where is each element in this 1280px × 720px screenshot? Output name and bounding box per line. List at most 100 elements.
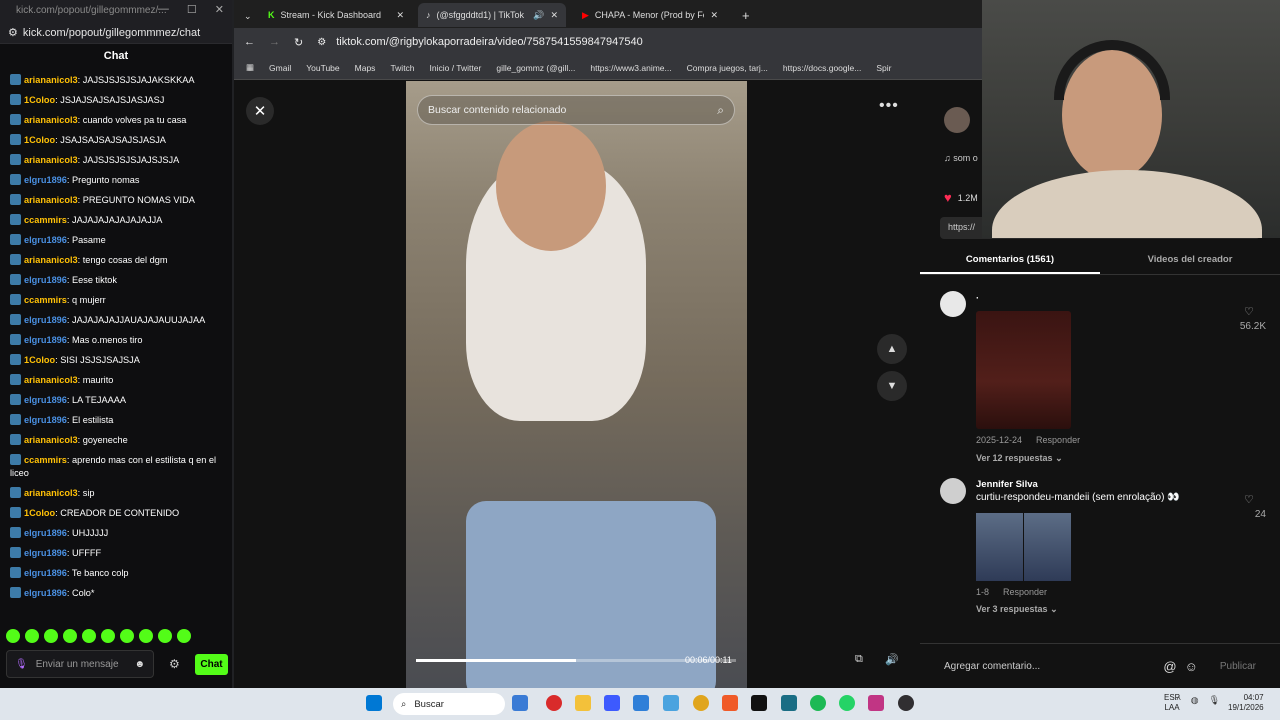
search-icon[interactable]: ⌕: [717, 103, 724, 118]
reply-link[interactable]: Responder: [1003, 587, 1047, 597]
tab-comments[interactable]: Comentarios (1561): [920, 251, 1100, 274]
picture-in-picture-icon[interactable]: ⧉: [855, 653, 863, 666]
photos-icon[interactable]: [633, 695, 649, 711]
widgets-icon[interactable]: [512, 695, 528, 711]
close-tab-icon[interactable]: ✕: [396, 10, 404, 21]
chat-username[interactable]: elgru1896: [24, 588, 67, 598]
url-field[interactable]: tiktok.com/@rigbylokaporradeira/video/75…: [336, 36, 643, 48]
commenter-avatar[interactable]: [940, 478, 966, 504]
volume-icon[interactable]: 🔊: [885, 653, 899, 666]
settings-gear-icon[interactable]: ⚙: [169, 657, 180, 671]
close-video-button[interactable]: ✕: [246, 97, 274, 125]
view-replies-link[interactable]: Ver 12 respuestas ⌄: [976, 453, 1063, 464]
chat-username[interactable]: elgru1896: [24, 415, 67, 425]
minimize-icon[interactable]: —: [158, 3, 169, 16]
emote-icon[interactable]: [177, 629, 191, 643]
audio-icon[interactable]: 🔊: [533, 10, 544, 21]
emote-icon[interactable]: [120, 629, 134, 643]
tab-search-icon[interactable]: ⌄: [236, 4, 256, 28]
emoji-icon[interactable]: ☺: [1185, 659, 1198, 674]
microphone-icon[interactable]: 🎙: [15, 659, 28, 670]
kick-url[interactable]: kick.com/popout/gillegommmez/chat: [23, 27, 200, 39]
chrome-icon[interactable]: [693, 695, 709, 711]
back-icon[interactable]: ←: [244, 36, 255, 48]
chat-username[interactable]: ariananicol3: [24, 375, 78, 385]
chat-message-list[interactable]: ariananicol3: JAJSJSJSJSJAJAKSKKAA 1Coloo…: [0, 70, 232, 625]
chat-username[interactable]: elgru1896: [24, 315, 67, 325]
chat-username[interactable]: elgru1896: [24, 235, 67, 245]
file-explorer-icon[interactable]: [575, 695, 591, 711]
app-icon[interactable]: [546, 695, 562, 711]
bookmark-twitter[interactable]: Inicio / Twitter: [430, 63, 482, 73]
input-language[interactable]: ESP LAA: [1164, 693, 1180, 713]
forward-icon[interactable]: →: [269, 36, 280, 48]
chat-username[interactable]: ariananicol3: [24, 75, 78, 85]
close-tab-icon[interactable]: ✕: [550, 10, 558, 21]
chat-username[interactable]: elgru1896: [24, 395, 67, 405]
emote-icon[interactable]: [6, 629, 20, 643]
chat-username[interactable]: 1Coloo: [24, 508, 55, 518]
new-tab-button[interactable]: +: [734, 3, 758, 27]
comment-image[interactable]: [976, 513, 1071, 581]
view-replies-link[interactable]: Ver 3 respuestas ⌄: [976, 604, 1058, 615]
video-player[interactable]: [406, 81, 747, 688]
commenter-name[interactable]: Jennifer Silva: [976, 479, 1038, 490]
chat-username[interactable]: ariananicol3: [24, 488, 78, 498]
chat-username[interactable]: ariananicol3: [24, 155, 78, 165]
chat-username[interactable]: elgru1896: [24, 568, 67, 578]
clock[interactable]: 04:07 19/1/2026: [1228, 693, 1264, 713]
bookmark-anime[interactable]: https://www3.anime...: [590, 63, 671, 73]
site-settings-icon[interactable]: ⚙: [8, 26, 18, 39]
microphone-icon[interactable]: 🎙: [1209, 695, 1220, 706]
chat-username[interactable]: 1Coloo: [24, 95, 55, 105]
app-icon[interactable]: [722, 695, 738, 711]
close-tab-icon[interactable]: ✕: [710, 10, 718, 21]
chat-username[interactable]: ariananicol3: [24, 435, 78, 445]
publish-button[interactable]: Publicar: [1220, 661, 1256, 672]
bookmark-youtube[interactable]: YouTube: [306, 63, 339, 73]
chat-username[interactable]: elgru1896: [24, 175, 67, 185]
chat-username[interactable]: ccammirs: [24, 295, 67, 305]
app-icon[interactable]: [781, 695, 797, 711]
obs-icon[interactable]: [898, 695, 914, 711]
app-icon[interactable]: [663, 695, 679, 711]
music-label[interactable]: ♫ som o: [944, 153, 978, 163]
chat-username[interactable]: ariananicol3: [24, 195, 78, 205]
add-comment-input[interactable]: Agregar comentario... @ ☺ Publicar: [920, 643, 1280, 688]
emote-icon[interactable]: [101, 629, 115, 643]
reply-link[interactable]: Responder: [1036, 435, 1080, 445]
close-icon[interactable]: ✕: [215, 3, 224, 16]
commenter-name[interactable]: ·: [976, 293, 979, 304]
related-search-input[interactable]: Buscar contenido relacionado ⌕: [417, 95, 735, 125]
apps-grid-icon[interactable]: ▦: [246, 62, 254, 73]
windows-start-icon[interactable]: [366, 695, 382, 711]
bookmark-spir[interactable]: Spir: [876, 63, 891, 73]
bookmark-twitch[interactable]: Twitch: [390, 63, 414, 73]
tab-tiktok[interactable]: ♪ (@sfggddtd1) | TikTok 🔊 ✕: [418, 3, 566, 27]
emote-icon[interactable]: [63, 629, 77, 643]
commenter-avatar[interactable]: [940, 291, 966, 317]
chat-username[interactable]: ariananicol3: [24, 115, 78, 125]
mention-icon[interactable]: @: [1163, 659, 1176, 674]
emote-icon[interactable]: [25, 629, 39, 643]
emote-icon[interactable]: [82, 629, 96, 643]
chat-username[interactable]: elgru1896: [24, 548, 67, 558]
bookmark-games[interactable]: Compra juegos, tarj...: [687, 63, 768, 73]
network-icon[interactable]: ◍: [1191, 695, 1199, 706]
tab-kick-dashboard[interactable]: K Stream - Kick Dashboard ✕: [260, 3, 412, 27]
next-video-button[interactable]: ▼: [877, 371, 907, 401]
bookmark-gmail[interactable]: Gmail: [269, 63, 291, 73]
chat-username[interactable]: ccammirs: [24, 215, 67, 225]
site-info-icon[interactable]: ⚙: [317, 37, 326, 48]
creator-avatar[interactable]: [944, 107, 970, 133]
emote-icon[interactable]: [44, 629, 58, 643]
chat-username[interactable]: 1Coloo: [24, 355, 55, 365]
chat-username[interactable]: ariananicol3: [24, 255, 78, 265]
emote-icon[interactable]: [158, 629, 172, 643]
comment-like-icon[interactable]: ♡: [1244, 305, 1254, 318]
store-icon[interactable]: [604, 695, 620, 711]
chat-username[interactable]: elgru1896: [24, 275, 67, 285]
previous-video-button[interactable]: ▲: [877, 334, 907, 364]
reload-icon[interactable]: ↻: [294, 36, 303, 49]
bookmark-tiktok[interactable]: gille_gommz (@gill...: [496, 63, 575, 73]
